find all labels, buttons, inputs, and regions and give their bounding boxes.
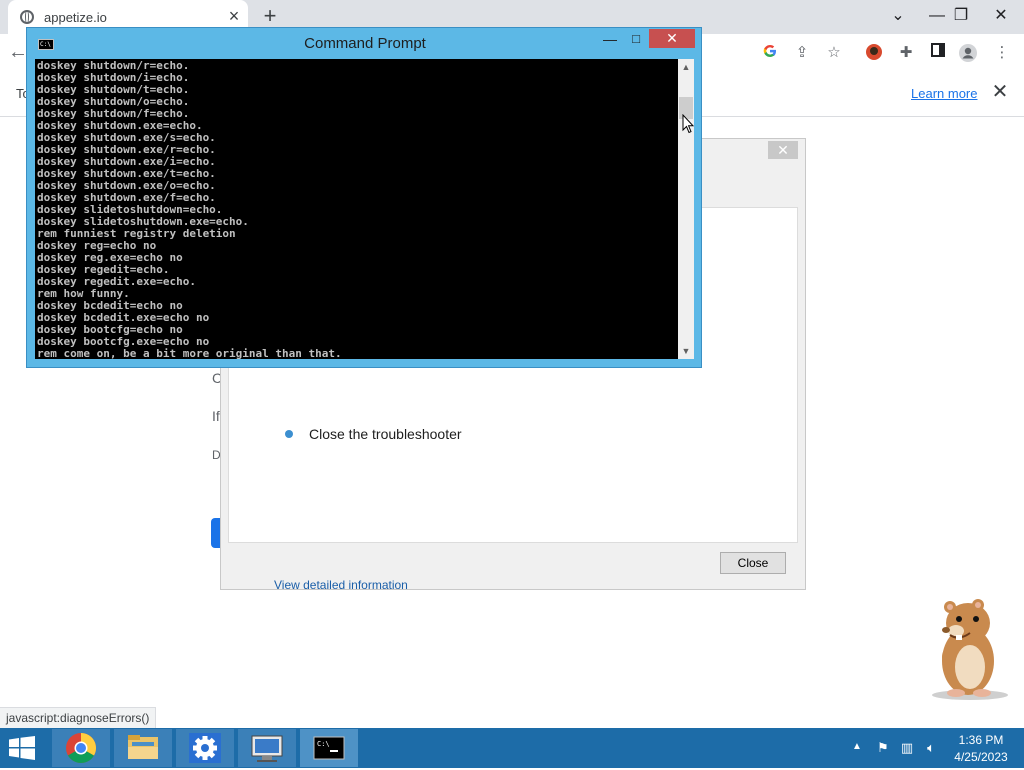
mouse-cursor-icon [682, 113, 695, 134]
taskbar-command-prompt[interactable]: C:\ [300, 729, 358, 767]
console-lines: doskey shutdown/r=echo. doskey shutdown/i… [35, 59, 678, 360]
taskbar-remote-desktop[interactable] [238, 729, 296, 767]
show-hidden-icons-icon[interactable]: ▲ [850, 740, 864, 754]
network-icon[interactable]: ▥ [898, 739, 916, 757]
tab-title: appetize.io [44, 10, 107, 25]
google-g-icon[interactable] [760, 43, 780, 63]
bullet-icon [285, 430, 293, 438]
tab-search-chevron-icon[interactable]: ⌄ [881, 0, 915, 34]
side-panel-icon[interactable] [928, 43, 948, 63]
extensions-icon[interactable]: ✚ [896, 43, 916, 63]
window-restore-button[interactable]: ❐ [944, 0, 978, 34]
hamster-mascot-icon [926, 597, 1012, 701]
taskbar-chrome[interactable] [52, 729, 110, 767]
scroll-up-arrow-icon[interactable]: ▲ [678, 59, 694, 75]
console-line: rem come on, be a bit more original than… [37, 347, 342, 360]
maximize-button[interactable]: □ [625, 30, 647, 50]
learn-more-link[interactable]: Learn more [911, 86, 977, 101]
profile-avatar-icon[interactable] [864, 43, 884, 63]
view-detailed-information-link[interactable]: View detailed information [274, 578, 408, 592]
taskbar-settings[interactable] [176, 729, 234, 767]
dialog-close-icon[interactable]: ✕ [768, 141, 798, 159]
action-center-flag-icon[interactable]: ⚑ [874, 739, 892, 757]
scroll-down-arrow-icon[interactable]: ▼ [678, 343, 694, 359]
close-button[interactable]: ✕ [649, 29, 695, 48]
share-icon[interactable]: ⇪ [792, 43, 812, 63]
account-icon[interactable] [958, 43, 978, 63]
taskbar-file-explorer[interactable] [114, 729, 172, 767]
volume-icon[interactable]: 🔈︎ [922, 739, 940, 757]
minimize-button[interactable]: — [599, 30, 621, 50]
clock-date[interactable]: 4/25/2023 [950, 750, 1012, 764]
taskbar: C:\ ▲ ⚑ ▥ 🔈︎ 1:36 PM 4/25/2023 [0, 728, 1024, 768]
new-tab-button[interactable]: + [258, 4, 282, 28]
console-output[interactable]: doskey shutdown/r=echo. doskey shutdown/i… [35, 59, 678, 359]
globe-icon [20, 10, 34, 24]
more-menu-icon[interactable]: ⋮ [992, 43, 1012, 63]
info-bar-close-icon[interactable]: ✕ [990, 82, 1010, 102]
window-close-button[interactable]: ✕ [984, 0, 1018, 34]
tab-close-button[interactable]: × [224, 6, 244, 26]
console-line: doskey regedit.exe=echo. [37, 275, 196, 288]
command-prompt-window[interactable]: C:\ Command Prompt — □ ✕ doskey shutdown… [26, 27, 702, 368]
status-url: javascript:diagnoseErrors() [0, 707, 157, 729]
clock-time[interactable]: 1:36 PM [950, 733, 1012, 747]
page-text-fragment: If [212, 408, 220, 424]
troubleshooter-option[interactable]: Close the troubleshooter [309, 426, 462, 442]
star-icon[interactable]: ☆ [824, 43, 844, 63]
start-button[interactable] [8, 736, 38, 760]
svg-text:C:\: C:\ [317, 740, 330, 748]
vertical-scrollbar[interactable]: ▲ ▼ [678, 59, 694, 359]
close-button[interactable]: Close [720, 552, 786, 574]
